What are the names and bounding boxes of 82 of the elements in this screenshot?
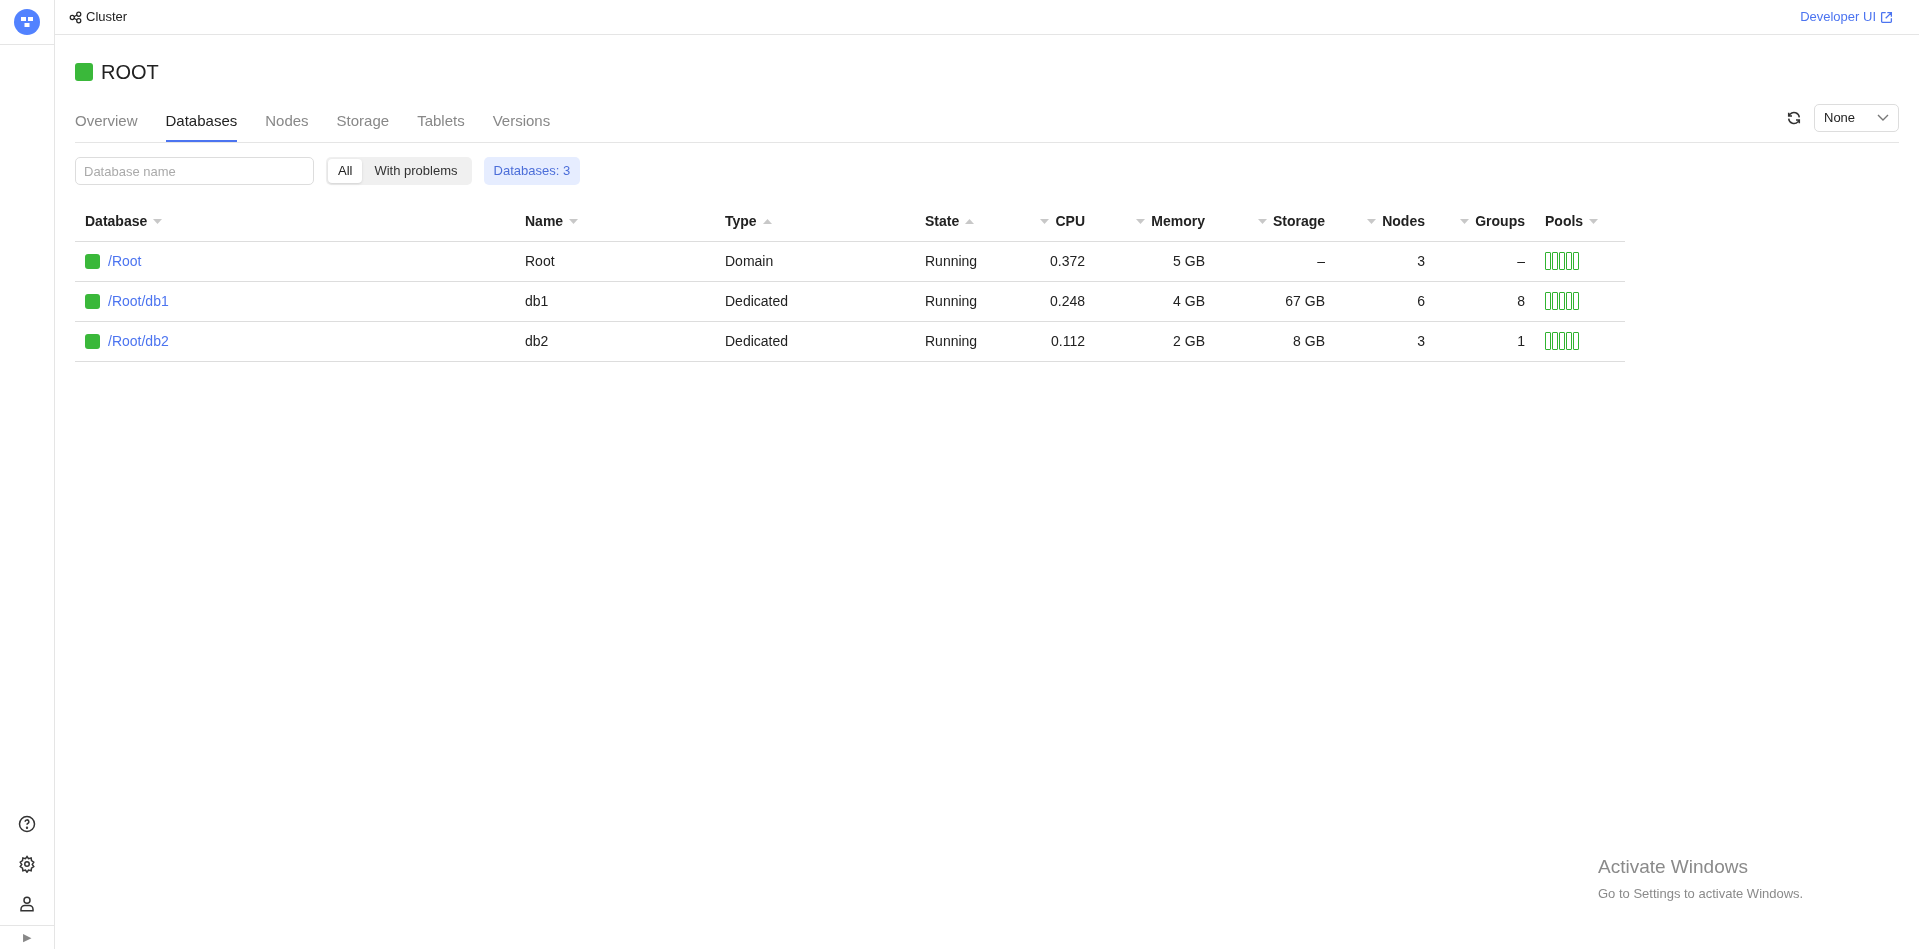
table-cell: 0.372 xyxy=(1015,241,1095,281)
column-header[interactable]: Type xyxy=(715,203,915,241)
databases-count-badge: Databases: 3 xyxy=(483,157,581,185)
column-title: Groups xyxy=(1475,212,1525,232)
column-header[interactable]: Name xyxy=(515,203,715,241)
column-header[interactable]: State xyxy=(915,203,1015,241)
table-cell: db1 xyxy=(515,281,715,321)
table-cell: Domain xyxy=(715,241,915,281)
sort-down-icon[interactable] xyxy=(153,219,163,225)
table-cell: 0.112 xyxy=(1015,321,1095,361)
tab[interactable]: Overview xyxy=(75,109,138,142)
filter-option[interactable]: With problems xyxy=(362,159,470,183)
table-cell: Running xyxy=(915,321,1015,361)
table-cell: 3 xyxy=(1335,321,1435,361)
table-cell: Running xyxy=(915,241,1015,281)
table-cell: Dedicated xyxy=(715,281,915,321)
column-title: Pools xyxy=(1545,212,1584,232)
settings-icon[interactable] xyxy=(18,855,36,873)
tab[interactable]: Storage xyxy=(336,109,390,142)
database-link[interactable]: /Root/db2 xyxy=(108,330,169,352)
tab[interactable]: Nodes xyxy=(265,109,309,142)
table-cell: 8 xyxy=(1435,281,1535,321)
table-cell: 0.248 xyxy=(1015,281,1095,321)
column-header[interactable]: Storage xyxy=(1215,203,1335,241)
developer-ui-link[interactable]: Developer UI xyxy=(1800,7,1893,27)
table-cell: Root xyxy=(515,241,715,281)
table-cell: – xyxy=(1215,241,1335,281)
column-header[interactable]: Groups xyxy=(1435,203,1535,241)
database-link[interactable]: /Root/db1 xyxy=(108,290,169,312)
app-logo-icon[interactable] xyxy=(14,9,40,35)
sort-down-icon[interactable] xyxy=(569,219,579,225)
column-title: Type xyxy=(725,212,757,232)
column-header[interactable]: Pools xyxy=(1535,203,1625,241)
table-cell: 5 GB xyxy=(1095,241,1215,281)
user-icon[interactable] xyxy=(18,895,36,913)
column-title: Storage xyxy=(1272,212,1325,232)
column-title: Database xyxy=(85,212,148,232)
table-cell: Dedicated xyxy=(715,321,915,361)
sort-down-icon[interactable] xyxy=(1589,219,1599,225)
sort-down-icon[interactable] xyxy=(1257,219,1267,225)
table-cell: 1 xyxy=(1435,321,1535,361)
table-cell: 8 GB xyxy=(1215,321,1335,361)
table-cell: Running xyxy=(915,281,1015,321)
table-cell: 6 xyxy=(1335,281,1435,321)
table-cell: 4 GB xyxy=(1095,281,1215,321)
column-header[interactable]: Memory xyxy=(1095,203,1215,241)
chevron-down-icon xyxy=(1877,114,1889,122)
column-title: Memory xyxy=(1151,212,1205,232)
column-header[interactable]: CPU xyxy=(1015,203,1095,241)
sort-down-icon[interactable] xyxy=(1040,219,1050,225)
sort-up-icon[interactable] xyxy=(965,219,975,225)
sort-down-icon[interactable] xyxy=(1460,219,1470,225)
table-cell: – xyxy=(1435,241,1535,281)
table-cell: db2 xyxy=(515,321,715,361)
column-title: CPU xyxy=(1055,212,1085,232)
breadcrumb-label[interactable]: Cluster xyxy=(86,7,128,27)
refresh-icon[interactable] xyxy=(1786,110,1802,126)
column-title: Nodes xyxy=(1382,212,1425,232)
expand-sidebar-button[interactable]: ▶ xyxy=(23,929,31,946)
table-cell: 2 GB xyxy=(1095,321,1215,361)
cluster-title: ROOT xyxy=(101,60,159,85)
filter-option[interactable]: All xyxy=(328,159,363,183)
activation-text: Go to Settings to activate Windows. xyxy=(1598,884,1804,903)
refresh-interval-select[interactable]: None xyxy=(1814,104,1899,132)
external-link-icon xyxy=(1880,10,1893,24)
tab[interactable]: Tablets xyxy=(417,109,465,142)
table-cell: 67 GB xyxy=(1215,281,1335,321)
column-header[interactable]: Database xyxy=(75,203,515,241)
tab[interactable]: Databases xyxy=(165,109,238,142)
database-link[interactable]: /Root xyxy=(108,250,142,272)
column-header[interactable]: Nodes xyxy=(1335,203,1435,241)
sort-down-icon[interactable] xyxy=(1136,219,1146,225)
search-field[interactable]: Database name xyxy=(75,157,314,185)
cluster-icon xyxy=(69,10,82,24)
table-cell: 3 xyxy=(1335,241,1435,281)
help-icon[interactable] xyxy=(18,815,36,833)
sort-down-icon[interactable] xyxy=(1367,219,1377,225)
column-title: Name xyxy=(525,212,564,232)
sort-up-icon[interactable] xyxy=(762,219,772,225)
activation-title: Activate Windows xyxy=(1598,855,1749,879)
column-title: State xyxy=(925,212,960,232)
tab[interactable]: Versions xyxy=(492,109,551,142)
